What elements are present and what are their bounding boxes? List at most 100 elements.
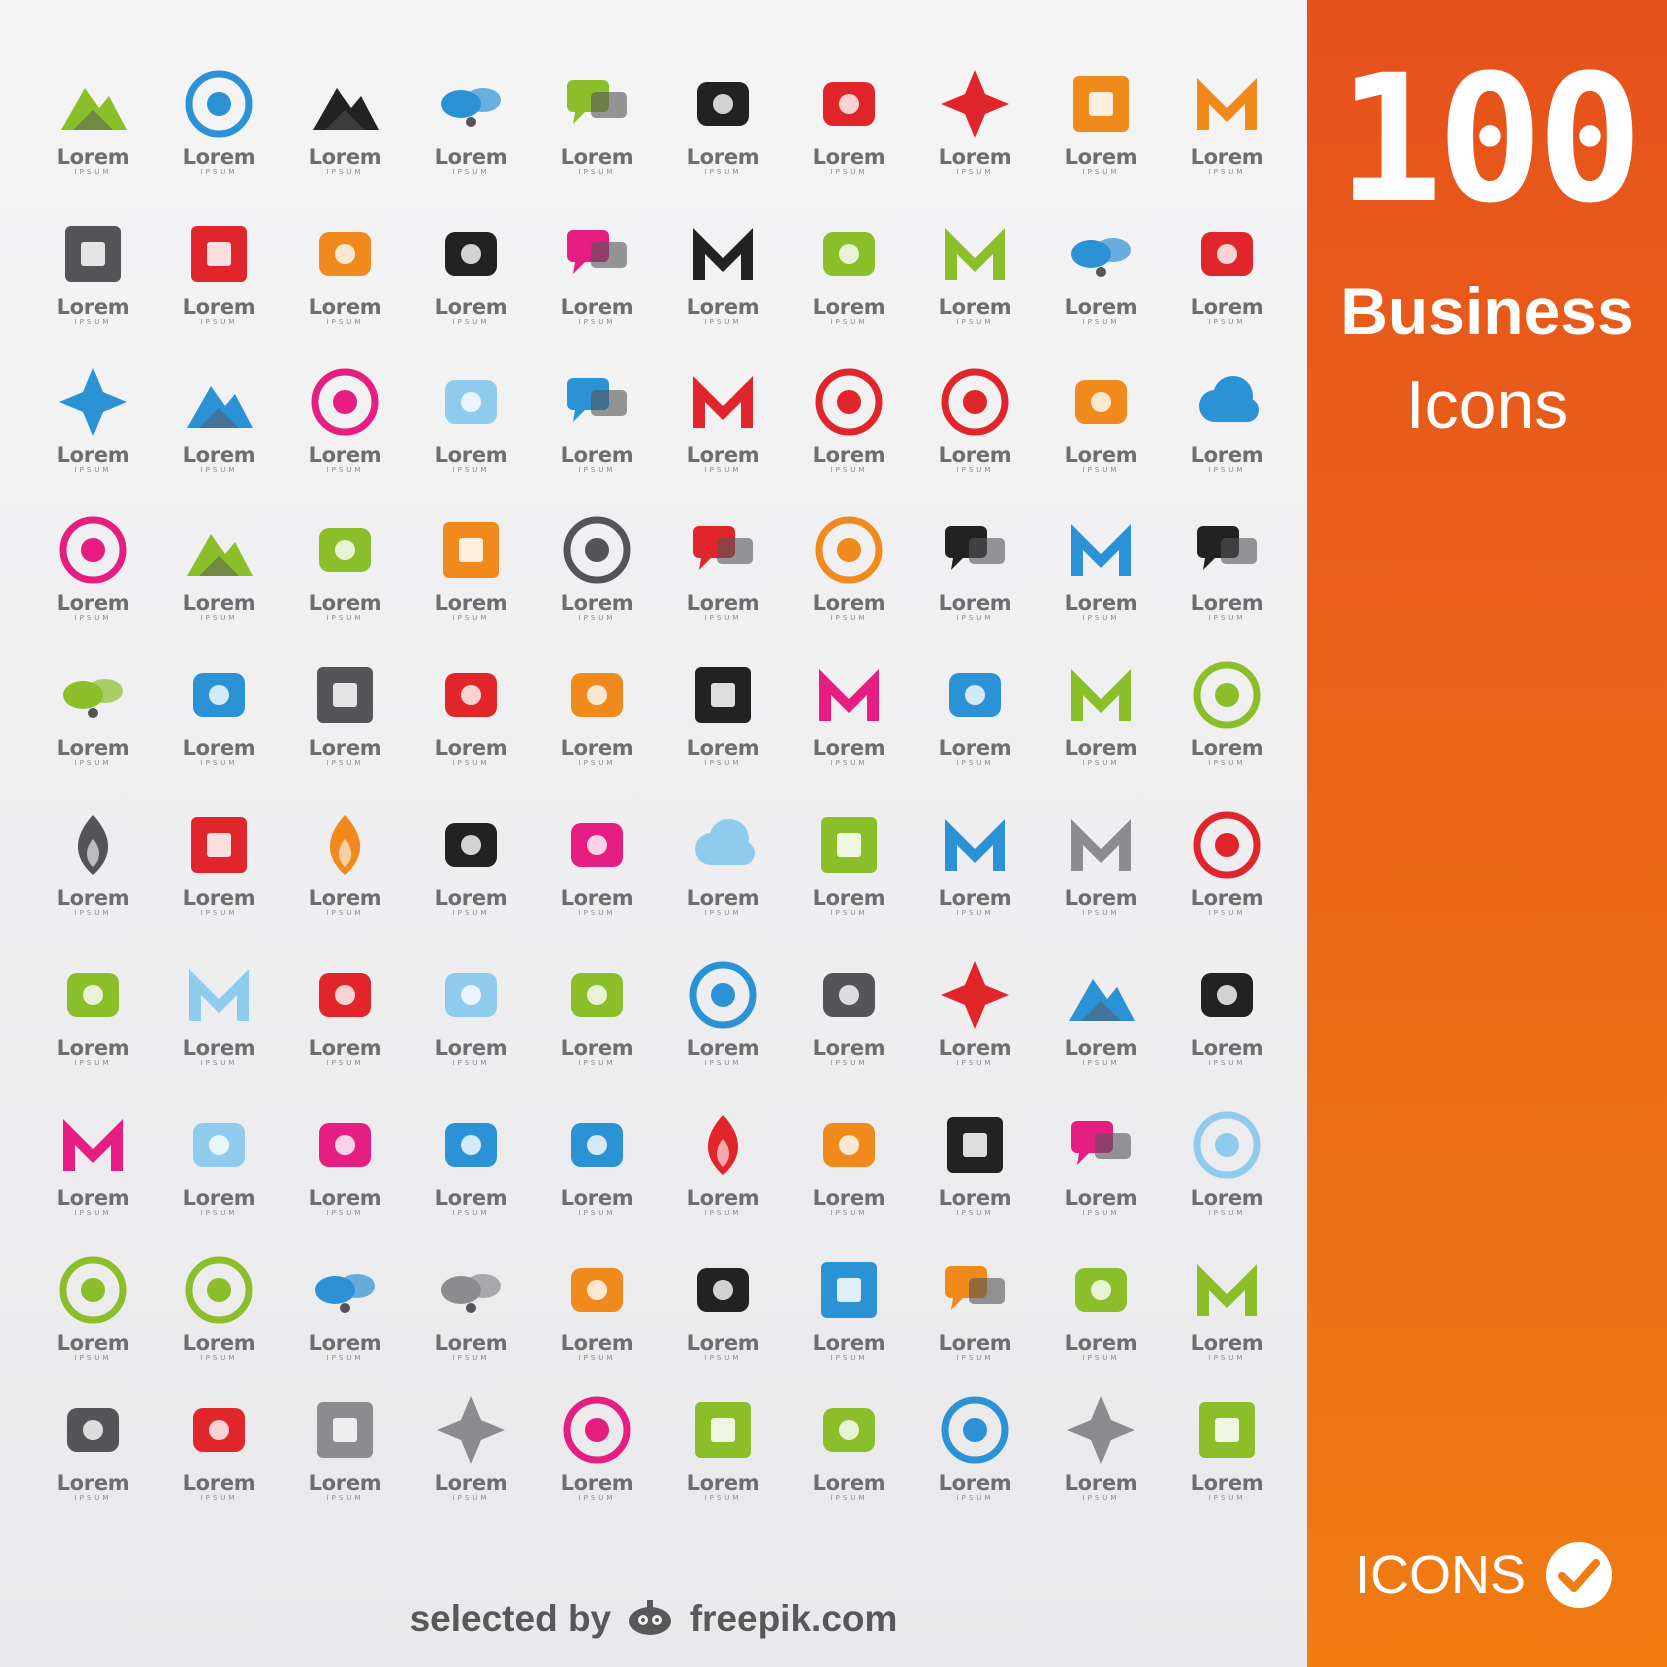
logo-item: Lorem IPSUM [1164, 214, 1290, 354]
logo-item: Lorem IPSUM [660, 655, 786, 795]
blue-mountain-square-icon [1069, 979, 1135, 1021]
logo-subtext: IPSUM [1082, 1354, 1120, 1362]
logo-item: Lorem IPSUM [30, 805, 156, 945]
logo-word: Lorem [812, 1331, 886, 1355]
logo-item: Lorem IPSUM [660, 955, 786, 1095]
logo-item: Lorem IPSUM [156, 64, 282, 204]
logo-item: Lorem IPSUM [912, 64, 1038, 204]
square-frame-icon [191, 226, 247, 282]
bubbles-tube-icon [945, 526, 1005, 570]
green-m-icon [945, 228, 1005, 280]
logo-subtext: IPSUM [74, 909, 112, 917]
logo-subtext: IPSUM [578, 318, 616, 326]
logo-subtext: IPSUM [452, 168, 490, 176]
logo-word: Lorem [434, 1471, 508, 1495]
icon-grid-area: Lorem IPSUM Lorem IPSUM Lorem IPSUM Lorem IPSUM… [0, 0, 1307, 1667]
logo-item: Lorem IPSUM [156, 1250, 282, 1390]
logo-word: Lorem [1190, 295, 1264, 319]
fruit-bowl-icon [823, 1123, 875, 1167]
logo-subtext: IPSUM [326, 1209, 364, 1217]
logo-subtext: IPSUM [1208, 759, 1246, 767]
logo-word: Lorem [686, 1186, 760, 1210]
big-number-text: 100 [1337, 37, 1643, 242]
logo-item: Lorem IPSUM [30, 1390, 156, 1530]
icon-row: Lorem IPSUM Lorem IPSUM Lorem IPSUM Lorem IPSUM… [30, 655, 1290, 795]
logo-subtext: IPSUM [1208, 168, 1246, 176]
red-v-icon [693, 376, 753, 428]
logo-item: Lorem IPSUM [30, 955, 156, 1095]
logo-word: Lorem [1064, 1331, 1138, 1355]
logo-subtext: IPSUM [578, 614, 616, 622]
logo-item: Lorem IPSUM [1164, 64, 1290, 204]
color-star-icon [941, 961, 1009, 1029]
logo-subtext: IPSUM [1082, 318, 1120, 326]
logo-item: Lorem IPSUM [156, 1390, 282, 1530]
logo-word: Lorem [56, 1331, 130, 1355]
chef-hat-icon [67, 1408, 119, 1452]
icon-row: Lorem IPSUM Lorem IPSUM Lorem IPSUM Lorem IPSUM… [30, 64, 1290, 204]
logo-subtext: IPSUM [1082, 168, 1120, 176]
logo-word: Lorem [560, 1331, 634, 1355]
logo-word: Lorem [686, 1036, 760, 1060]
logo-subtext: IPSUM [452, 1354, 490, 1362]
logo-word: Lorem [56, 1186, 130, 1210]
squiggle-line-icon [823, 232, 875, 276]
logo-item: Lorem IPSUM [282, 1390, 408, 1530]
logo-item: Lorem IPSUM [1038, 1250, 1164, 1390]
logo-subtext: IPSUM [1208, 614, 1246, 622]
compass-a-icon [1201, 973, 1253, 1017]
logo-subtext: IPSUM [956, 909, 994, 917]
logo-subtext: IPSUM [452, 614, 490, 622]
logo-subtext: IPSUM [830, 318, 868, 326]
color-blocks-icon [65, 226, 121, 282]
house-outline-icon [193, 1123, 245, 1167]
logo-word: Lorem [308, 1331, 382, 1355]
logo-word: Lorem [308, 591, 382, 615]
logo-subtext: IPSUM [1082, 759, 1120, 767]
logo-subtext: IPSUM [326, 1059, 364, 1067]
logo-subtext: IPSUM [74, 1494, 112, 1502]
icon-row: Lorem IPSUM Lorem IPSUM Lorem IPSUM Lorem IPSUM… [30, 805, 1290, 945]
green-arrow-circle-icon [1193, 661, 1261, 729]
angle-brackets-icon [697, 1268, 749, 1312]
logo-item: Lorem IPSUM [1038, 955, 1164, 1095]
logo-word: Lorem [686, 591, 760, 615]
logo-subtext: IPSUM [830, 909, 868, 917]
logo-word: Lorem [938, 591, 1012, 615]
logo-item: Lorem IPSUM [660, 214, 786, 354]
logo-word: Lorem [938, 443, 1012, 467]
logo-word: Lorem [560, 443, 634, 467]
logo-word: Lorem [812, 886, 886, 910]
money-arrow-icon [1071, 669, 1131, 721]
logo-item: Lorem IPSUM [408, 655, 534, 795]
play-square-icon [317, 667, 373, 723]
play-bubble-icon [693, 526, 753, 570]
logo-word: Lorem [182, 736, 256, 760]
logo-item: Lorem IPSUM [660, 64, 786, 204]
number-four-circle-icon [563, 516, 631, 584]
gray-diamond-frame-icon [317, 1402, 373, 1458]
logo-subtext: IPSUM [704, 909, 742, 917]
logo-subtext: IPSUM [200, 1209, 238, 1217]
green-scribble-icon [67, 973, 119, 1017]
logo-subtext: IPSUM [830, 1354, 868, 1362]
logo-word: Lorem [434, 591, 508, 615]
logo-item: Lorem IPSUM [912, 1250, 1038, 1390]
logo-word: Lorem [1190, 443, 1264, 467]
wings-icon [63, 679, 123, 718]
logo-word: Lorem [686, 736, 760, 760]
blue-bottle-icon [571, 1123, 623, 1167]
logo-subtext: IPSUM [578, 909, 616, 917]
logo-word: Lorem [560, 1036, 634, 1060]
icon-row: Lorem IPSUM Lorem IPSUM Lorem IPSUM Lorem IPSUM… [30, 1105, 1290, 1245]
logo-subtext: IPSUM [200, 318, 238, 326]
logo-subtext: IPSUM [956, 1209, 994, 1217]
logo-item: Lorem IPSUM [1038, 1390, 1164, 1530]
orange-chat-icon [945, 1266, 1005, 1310]
logo-word: Lorem [434, 886, 508, 910]
family-icon [445, 1123, 497, 1167]
logo-item: Lorem IPSUM [156, 1105, 282, 1245]
logo-word: Lorem [938, 736, 1012, 760]
logo-item: Lorem IPSUM [534, 1390, 660, 1530]
blue-mountain-grid-icon [187, 386, 253, 428]
